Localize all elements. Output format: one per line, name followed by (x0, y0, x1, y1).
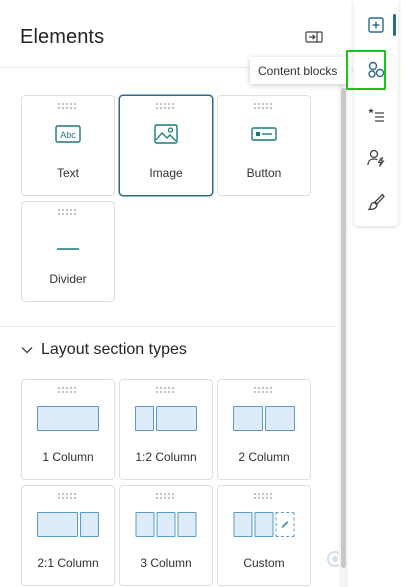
drag-grip-icon (254, 103, 274, 109)
section-divider (0, 326, 336, 327)
custom-column-block (275, 512, 295, 537)
layout-card-label: 3 Column (140, 556, 192, 570)
column-block (265, 406, 295, 431)
column-block (156, 512, 176, 537)
element-card-label: Image (149, 166, 183, 180)
layout-card-3-column[interactable]: 3 Column (119, 485, 213, 586)
layout-card-1-2-column[interactable]: 1:2 Column (119, 379, 213, 480)
layout-preview-1-2-column (135, 406, 197, 431)
drag-grip-icon (156, 103, 176, 109)
watermark-logo (326, 548, 386, 570)
column-block (233, 406, 263, 431)
column-block (37, 406, 99, 431)
chevron-down-icon (20, 343, 34, 357)
layout-card-custom[interactable]: Custom (217, 485, 311, 586)
image-icon (154, 124, 178, 149)
svg-text:Abc: Abc (60, 130, 76, 140)
tooltip: Content blocks (250, 57, 346, 84)
drag-grip-icon (254, 387, 274, 393)
layout-section-title: Layout section types (41, 341, 187, 358)
layout-preview-2-1-column (37, 512, 99, 537)
element-card-button[interactable]: Button (217, 95, 311, 196)
paintbrush-icon (367, 193, 385, 211)
layout-card-2-column[interactable]: 2 Column (217, 379, 311, 480)
button-icon (251, 127, 277, 146)
rail-active-indicator (393, 14, 396, 36)
column-block (37, 512, 78, 537)
drag-grip-icon (58, 103, 78, 109)
rail-button-personalization[interactable] (354, 95, 398, 135)
content-blocks-highlight-box (346, 50, 386, 90)
drag-grip-icon (254, 493, 274, 499)
element-card-text[interactable]: Abc Text (21, 95, 115, 196)
column-block (254, 512, 274, 537)
panel-title: Elements (20, 26, 105, 48)
right-tool-rail (354, 0, 398, 226)
layout-preview-2-column (233, 406, 295, 431)
pencil-icon (281, 521, 289, 528)
element-card-divider[interactable]: Divider (21, 201, 115, 302)
layout-card-label: 2:1 Column (37, 556, 99, 570)
layout-preview-custom (233, 512, 295, 537)
layout-card-1-column[interactable]: 1 Column (21, 379, 115, 480)
rail-button-dynamic-content[interactable] (354, 138, 398, 178)
column-block (135, 406, 154, 431)
layout-preview-3-column (135, 512, 197, 537)
column-block (156, 406, 197, 431)
layout-card-label: 1 Column (42, 450, 94, 464)
layout-card-label: 1:2 Column (135, 450, 197, 464)
drag-grip-icon (156, 387, 176, 393)
tooltip-text: Content blocks (258, 64, 338, 78)
add-square-icon (368, 17, 384, 33)
collapse-panel-icon[interactable] (305, 30, 323, 44)
rail-button-styles[interactable] (354, 182, 398, 222)
scrollbar-thumb[interactable] (341, 88, 346, 568)
text-abc-icon: Abc (55, 125, 81, 148)
column-block (177, 512, 197, 537)
element-card-label: Button (246, 166, 282, 180)
layout-card-label: 2 Column (238, 450, 290, 464)
element-card-label: Text (56, 166, 79, 180)
layout-card-2-1-column[interactable]: 2:1 Column (21, 485, 115, 586)
drag-grip-icon (58, 387, 78, 393)
person-lightning-icon (367, 149, 385, 167)
column-block (135, 512, 155, 537)
drag-grip-icon (156, 493, 176, 499)
star-list-icon (368, 108, 384, 122)
layout-card-label: Custom (243, 556, 285, 570)
column-block (233, 512, 253, 537)
rail-button-add-elements[interactable] (354, 5, 398, 45)
element-card-label: Divider (49, 272, 87, 286)
layout-preview-1-column (37, 406, 99, 431)
column-block (80, 512, 99, 537)
drag-grip-icon (58, 493, 78, 499)
divider-icon (56, 238, 80, 256)
drag-grip-icon (58, 209, 78, 215)
element-card-image[interactable]: Image (119, 95, 213, 196)
elements-panel: Elements Abc Text Image Button Divider L… (0, 0, 348, 587)
